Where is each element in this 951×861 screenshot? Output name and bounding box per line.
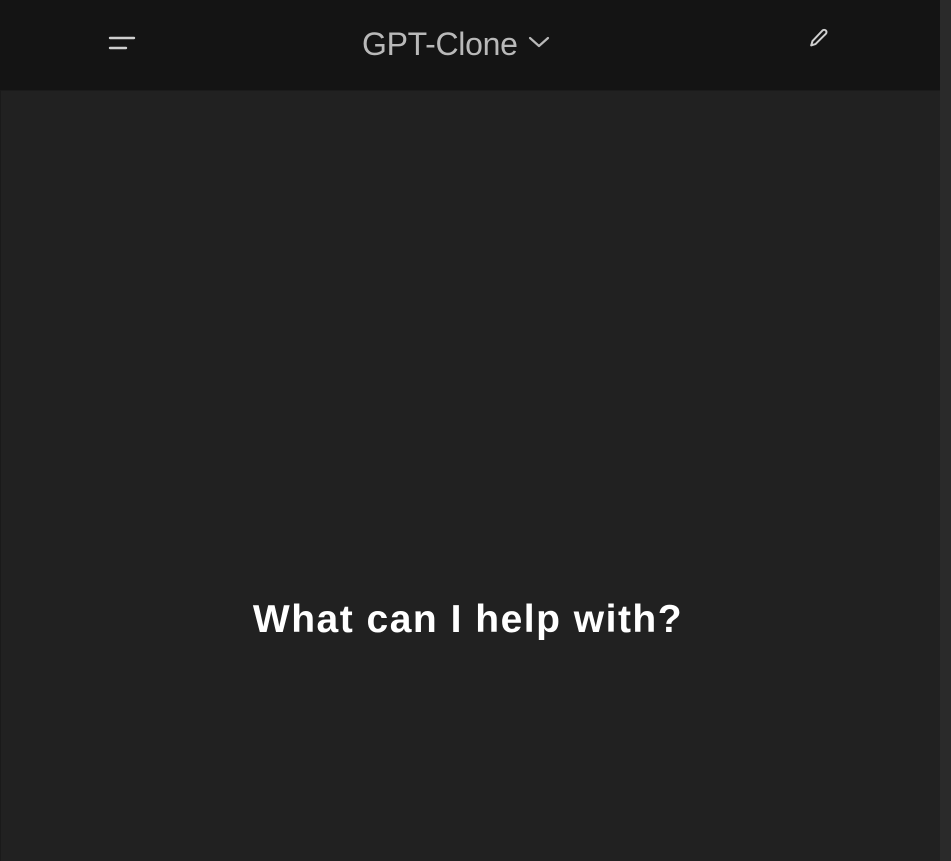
pencil-icon <box>807 27 831 56</box>
chevron-down-icon <box>528 35 550 54</box>
app-window: GPT-Clone What can I help with? <box>0 0 951 861</box>
welcome-heading: What can I help with? <box>252 598 684 641</box>
model-selector-button[interactable]: GPT-Clone <box>356 20 556 68</box>
model-title: GPT-Clone <box>362 26 518 62</box>
sidebar-toggle-button[interactable] <box>100 25 144 65</box>
top-bar: GPT-Clone <box>0 0 940 91</box>
scrollbar-track[interactable] <box>940 0 951 861</box>
left-border <box>0 90 1 861</box>
hamburger-menu-icon <box>108 33 136 58</box>
new-chat-button[interactable] <box>800 22 838 60</box>
